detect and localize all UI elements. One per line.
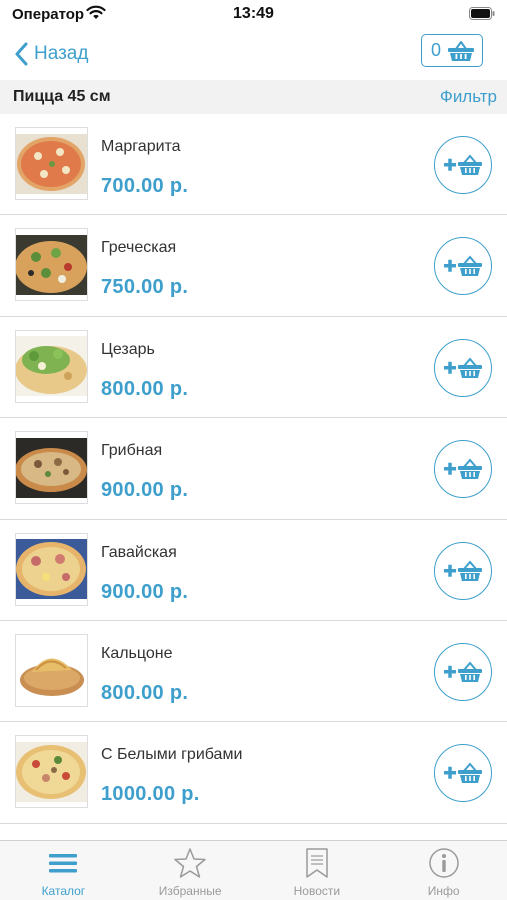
tab-info-label: Инфо: [427, 884, 460, 898]
product-name: Кальцоне: [101, 644, 173, 662]
tab-favorites-label: Избранные: [158, 884, 222, 898]
add-to-basket-icon: [444, 357, 482, 378]
product-name: Цезарь: [101, 340, 155, 358]
add-to-cart-button[interactable]: [434, 440, 492, 499]
chevron-left-icon: [15, 42, 28, 66]
add-to-basket-icon: [444, 762, 482, 784]
basket-icon: [448, 40, 475, 61]
product-row-partial[interactable]: [0, 824, 507, 840]
product-row[interactable]: Греческая 750.00 р.: [0, 215, 507, 317]
tab-favorites[interactable]: Избранные: [127, 841, 254, 900]
cart-count: 0: [431, 40, 442, 60]
tab-bar: Каталог Избранные Новости Инфо: [0, 840, 507, 900]
product-price: 900.00 р.: [101, 580, 189, 603]
add-to-cart-button[interactable]: [434, 136, 492, 194]
product-price: 700.00 р.: [101, 175, 189, 197]
product-row[interactable]: С Белыми грибами 1000.00 р.: [0, 722, 507, 824]
add-to-cart-button[interactable]: [434, 237, 492, 296]
clock: 13:49: [233, 5, 274, 22]
tab-news[interactable]: Новости: [254, 841, 381, 900]
product-row[interactable]: Гавайская 900.00 р.: [0, 520, 507, 621]
product-row[interactable]: Маргарита 700.00 р.: [0, 114, 507, 216]
status-bar: Оператор 13:49: [0, 0, 507, 30]
menu-lines-icon: [49, 854, 78, 873]
product-image: [15, 228, 88, 302]
category-title: Пицца 45 см: [13, 88, 111, 105]
product-image: [15, 127, 88, 200]
product-price: 750.00 р.: [101, 276, 189, 299]
product-price: 1000.00 р.: [101, 783, 200, 806]
add-to-cart-button[interactable]: [434, 338, 492, 397]
filter-button[interactable]: Фильтр: [440, 87, 497, 107]
product-price: 900.00 р.: [101, 479, 189, 502]
nav-bar: Назад 0: [0, 30, 507, 80]
tab-news-label: Новости: [293, 884, 341, 898]
product-price: 800.00 р.: [101, 681, 189, 704]
product-image: [15, 532, 88, 606]
product-row[interactable]: Кальцоне 800.00 р.: [0, 621, 507, 723]
add-to-basket-icon: [444, 560, 482, 581]
tab-info[interactable]: Инфо: [380, 841, 507, 900]
add-to-cart-button[interactable]: [434, 642, 492, 701]
back-label: Назад: [34, 43, 89, 64]
add-to-basket-icon: [444, 661, 482, 682]
category-header: Пицца 45 см Фильтр: [0, 80, 507, 114]
cart-button[interactable]: 0: [421, 34, 483, 67]
tab-catalog-label: Каталог: [41, 884, 86, 898]
product-price: 800.00 р.: [101, 377, 189, 400]
add-to-basket-icon: [444, 255, 482, 277]
product-row[interactable]: Цезарь 800.00 р.: [0, 317, 507, 419]
bookmark-icon: [306, 848, 328, 878]
product-name: Грибная: [101, 442, 163, 460]
info-icon: [428, 848, 459, 878]
product-name: Греческая: [101, 239, 177, 257]
add-to-cart-button[interactable]: [434, 541, 492, 600]
add-to-basket-icon: [444, 458, 482, 480]
back-button[interactable]: Назад: [14, 39, 88, 69]
product-image: [15, 735, 88, 809]
product-name: Гавайская: [101, 543, 177, 561]
star-icon: [174, 848, 206, 878]
product-list[interactable]: Маргарита 700.00 р. Греческая 750.00 р. …: [0, 114, 507, 840]
product-image: [15, 633, 88, 707]
add-to-cart-button[interactable]: [434, 744, 492, 803]
tab-catalog[interactable]: Каталог: [0, 841, 127, 900]
product-image: [15, 431, 88, 505]
product-name: С Белыми грибами: [101, 746, 243, 764]
add-to-basket-icon: [444, 154, 482, 175]
product-row[interactable]: Грибная 900.00 р.: [0, 418, 507, 520]
product-name: Маргарита: [101, 138, 181, 155]
battery-icon: [469, 7, 495, 20]
product-image: [15, 329, 88, 403]
